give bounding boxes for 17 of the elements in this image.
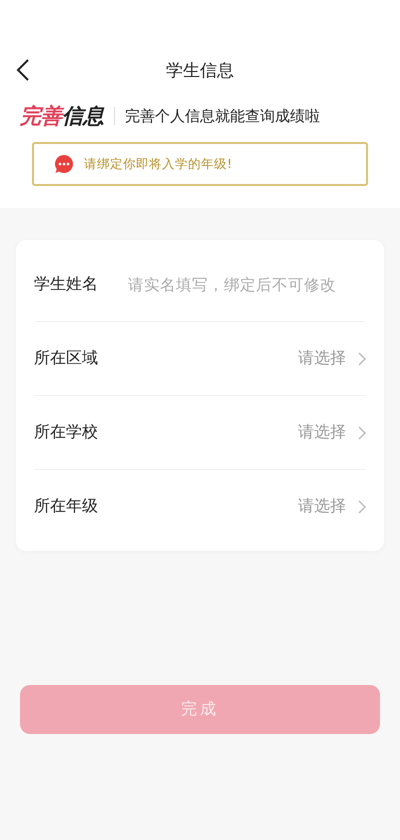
field-label: 所在学校: [34, 422, 98, 443]
select-field[interactable]: 请选择: [298, 492, 366, 521]
field-label: 学生姓名: [34, 274, 98, 295]
field-label: 所在年级: [34, 496, 98, 517]
notice-text: 请绑定你即将入学的年级!: [84, 156, 232, 172]
input-field[interactable]: 请实名填写，绑定后不可修改: [128, 272, 366, 298]
chevron-right-icon: [358, 426, 366, 440]
chevron-right-icon: [358, 500, 366, 514]
chevron-right-icon: [358, 352, 366, 366]
select-field[interactable]: 请选择: [298, 344, 366, 373]
back-icon: [16, 58, 30, 82]
section-heading: 完善信息: [20, 103, 104, 130]
field-label: 所在区域: [34, 348, 98, 369]
page-title: 学生信息: [166, 60, 234, 82]
select-field[interactable]: 请选择: [298, 418, 366, 447]
subtitle: 完善个人信息就能查询成绩啦: [125, 106, 320, 126]
chat-bubble-icon: [54, 154, 74, 174]
